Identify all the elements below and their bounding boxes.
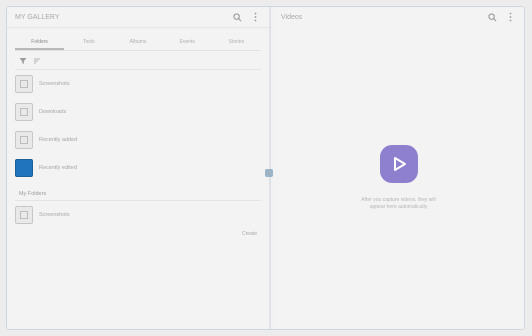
right-panel: Videos After you capture videos, they wi… — [273, 7, 524, 329]
left-panel: MY GALLERY Folders Tools Albums Events S… — [7, 7, 269, 329]
drag-handle[interactable] — [265, 169, 273, 177]
image-icon — [15, 159, 33, 177]
play-icon — [379, 145, 418, 183]
empty-state: After you capture videos, they will appe… — [273, 145, 524, 211]
image-icon — [15, 206, 33, 224]
filter-icon[interactable] — [19, 52, 27, 70]
list-toolbar — [19, 55, 259, 67]
create-link[interactable]: Create — [7, 231, 257, 237]
search-icon[interactable] — [486, 11, 498, 23]
tab-tools[interactable]: Tools — [64, 34, 113, 50]
tab-albums[interactable]: Albums — [113, 34, 162, 50]
right-title: Videos — [281, 13, 303, 21]
list-item-label: Screenshots — [39, 212, 70, 218]
app-window: MY GALLERY Folders Tools Albums Events S… — [6, 6, 525, 330]
search-icon[interactable] — [231, 11, 243, 23]
empty-state-line2: appear here automatically — [369, 204, 428, 210]
left-tabs: Folders Tools Albums Events Stories — [15, 34, 261, 51]
list-item[interactable]: Screenshots — [15, 70, 261, 98]
tab-folders[interactable]: Folders — [15, 34, 65, 50]
list-item[interactable]: Recently edited — [15, 154, 261, 182]
panel-divider[interactable] — [269, 7, 271, 329]
image-icon — [15, 75, 33, 93]
left-titlebar: MY GALLERY — [7, 7, 269, 28]
section-title: My Folders — [19, 191, 47, 197]
left-title: MY GALLERY — [15, 13, 60, 21]
tab-stories[interactable]: Stories — [212, 34, 261, 50]
list-item[interactable]: Recently added — [15, 126, 261, 154]
tab-events[interactable]: Events — [163, 34, 212, 50]
list-item-label: Downloads — [39, 109, 67, 115]
list-item[interactable]: Screenshots — [15, 201, 261, 229]
empty-state-line1: After you capture videos, they will — [361, 197, 436, 203]
more-vertical-icon[interactable] — [249, 11, 261, 23]
list-item-label: Recently added — [39, 137, 78, 143]
list-item-label: Recently edited — [39, 165, 77, 171]
list-item[interactable]: Downloads — [15, 98, 261, 126]
more-vertical-icon[interactable] — [504, 11, 516, 23]
right-titlebar: Videos — [273, 7, 524, 27]
image-icon — [15, 103, 33, 121]
list-item-label: Screenshots — [39, 81, 70, 87]
sort-icon[interactable] — [33, 52, 41, 70]
image-icon — [15, 131, 33, 149]
empty-state-message: After you capture videos, they will appe… — [339, 197, 459, 211]
